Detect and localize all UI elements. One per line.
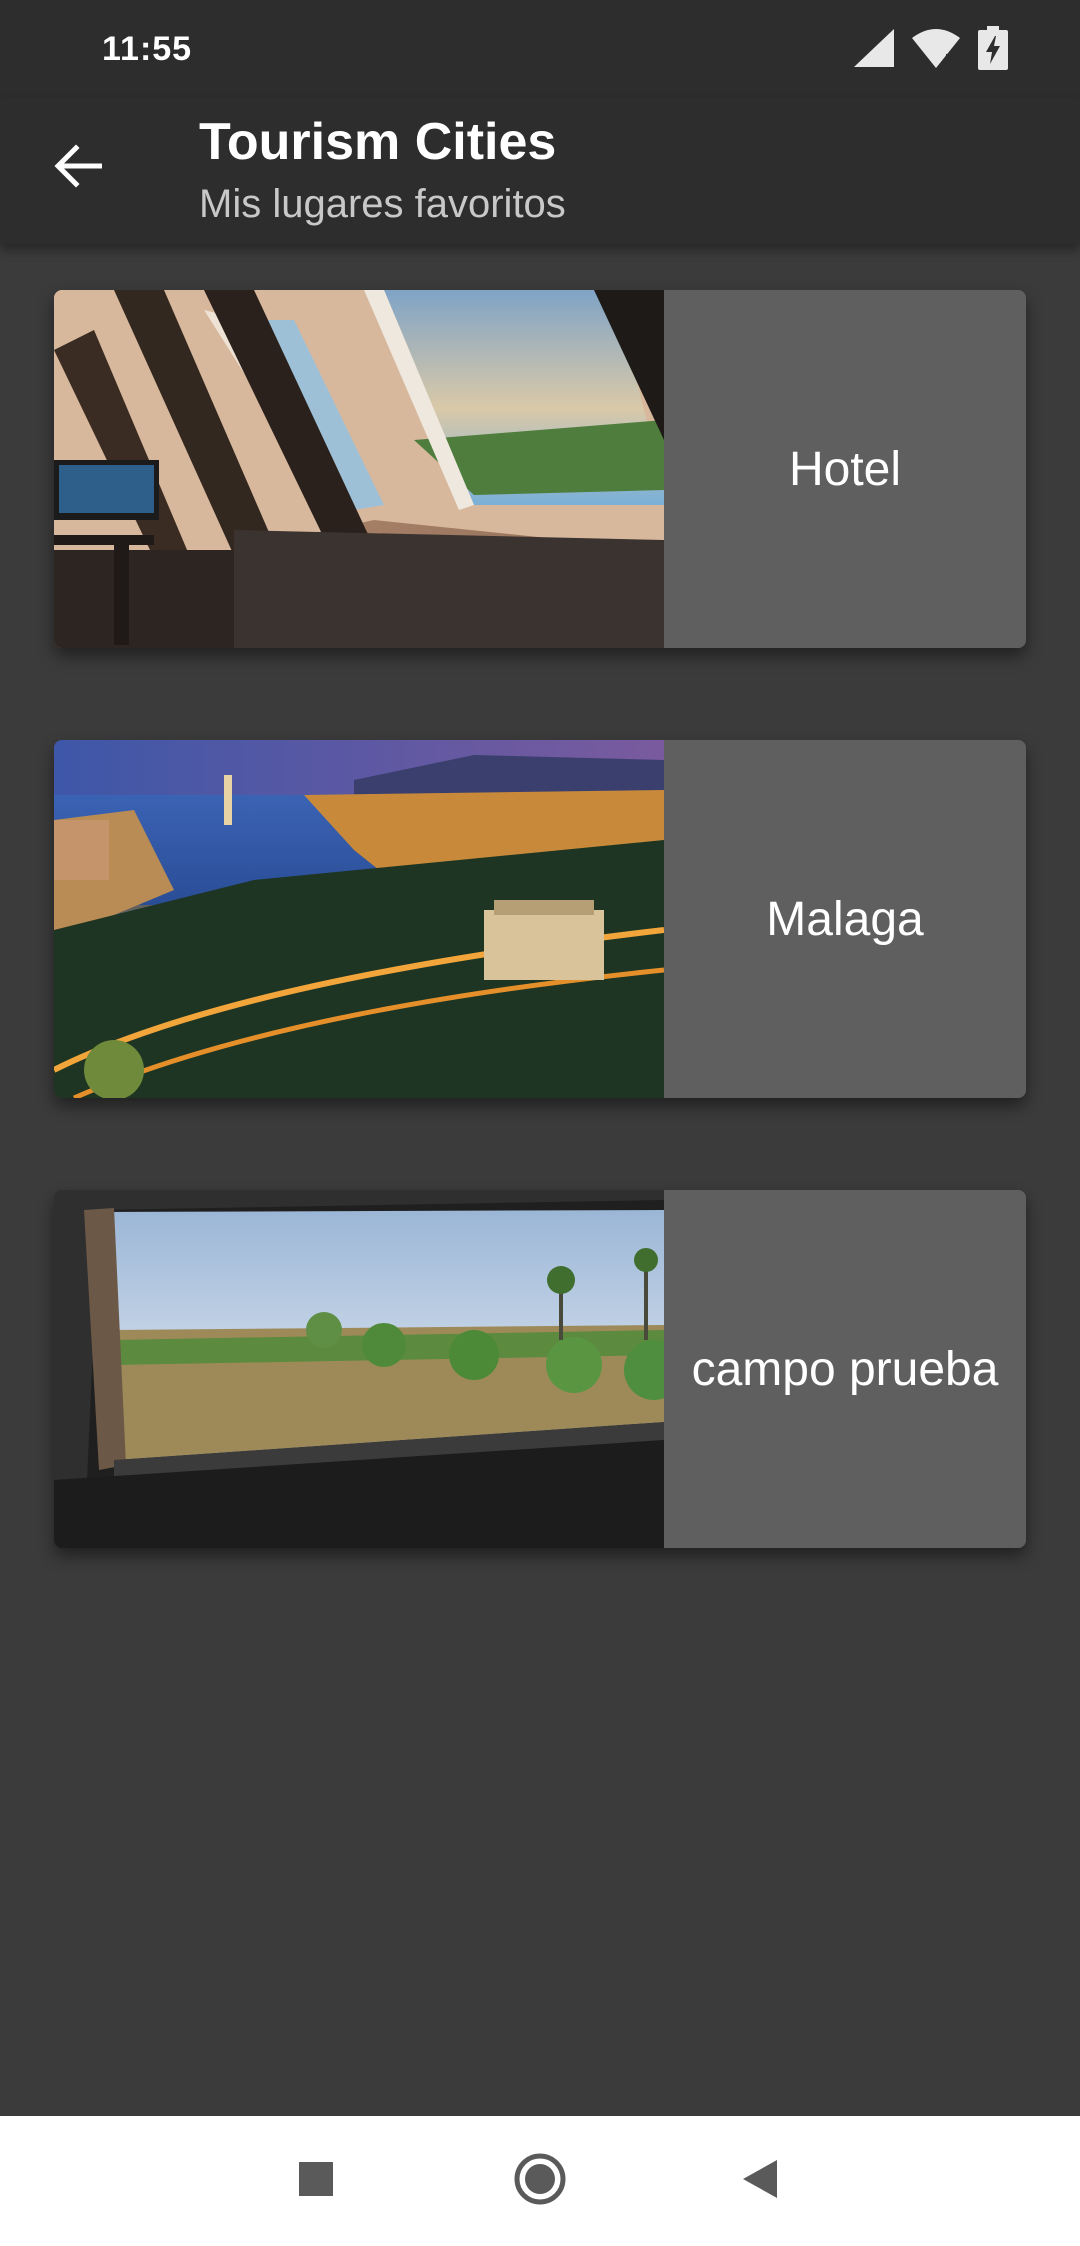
back-button[interactable] bbox=[40, 130, 116, 206]
status-time: 11:55 bbox=[102, 30, 193, 68]
wifi-icon bbox=[912, 28, 960, 68]
status-bar: 11:55 bbox=[0, 0, 1080, 98]
system-back-button[interactable] bbox=[728, 2149, 792, 2213]
place-name: Malaga bbox=[766, 892, 924, 946]
page-subtitle: Mis lugares favoritos bbox=[199, 182, 566, 226]
home-button[interactable] bbox=[508, 2149, 572, 2213]
app-bar: Tourism Cities Mis lugares favoritos bbox=[0, 98, 1080, 244]
place-card-malaga[interactable]: Malaga bbox=[54, 740, 1026, 1098]
place-name: campo prueba bbox=[691, 1342, 999, 1396]
place-label-area: Hotel bbox=[664, 290, 1026, 648]
place-image-hotel bbox=[54, 290, 664, 648]
back-triangle-icon bbox=[743, 2159, 777, 2203]
place-card-hotel[interactable]: Hotel bbox=[54, 290, 1026, 648]
place-name: Hotel bbox=[788, 442, 902, 496]
battery-charging-icon bbox=[978, 26, 1008, 70]
arrow-back-icon bbox=[54, 143, 103, 193]
place-card-campo-prueba[interactable]: campo prueba bbox=[54, 1190, 1026, 1548]
home-circle-icon bbox=[513, 2152, 567, 2211]
place-label-area: Malaga bbox=[664, 740, 1026, 1098]
recents-button[interactable] bbox=[284, 2149, 348, 2213]
place-label-area: campo prueba bbox=[664, 1190, 1026, 1548]
page-title: Tourism Cities bbox=[199, 113, 557, 171]
place-image-campo-prueba bbox=[54, 1190, 664, 1548]
recents-square-icon bbox=[299, 2161, 333, 2201]
place-image-malaga bbox=[54, 740, 664, 1098]
system-nav-bar bbox=[0, 2116, 1080, 2246]
signal-icon bbox=[854, 29, 894, 67]
status-icons bbox=[854, 26, 1008, 70]
